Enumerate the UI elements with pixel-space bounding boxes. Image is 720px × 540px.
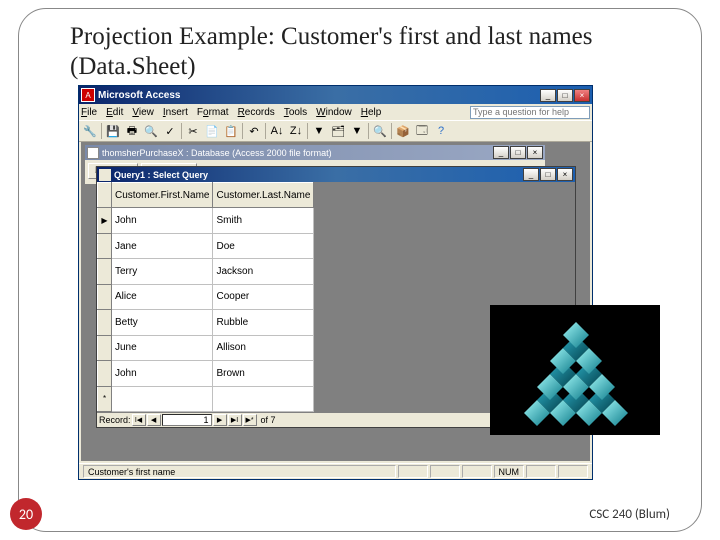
minimize-button[interactable]: _	[540, 89, 556, 102]
view-button[interactable]: 🔧	[81, 122, 99, 140]
status-text: Customer's first name	[83, 465, 396, 478]
nav-next-button[interactable]: ▶	[213, 414, 227, 426]
status-pane	[526, 465, 556, 478]
close-button[interactable]: ×	[574, 89, 590, 102]
status-numlock: NUM	[494, 465, 525, 478]
find-button[interactable]: 🔍	[371, 122, 389, 140]
slide-title: Projection Example: Customer's first and…	[70, 22, 660, 82]
menu-window[interactable]: Window	[316, 107, 352, 118]
database-title: thomsherPurchaseX : Database (Access 200…	[102, 148, 493, 158]
print-preview-button[interactable]: 🔍	[142, 122, 160, 140]
menu-tools[interactable]: Tools	[284, 107, 307, 118]
db-close-button[interactable]: ×	[527, 146, 543, 159]
database-icon	[87, 147, 99, 159]
status-pane	[462, 465, 492, 478]
nav-first-button[interactable]: I◀	[132, 414, 146, 426]
footer-label: CSC 240 (Blum)	[589, 507, 670, 522]
query-maximize-button[interactable]: □	[540, 168, 556, 181]
corner-cell[interactable]	[98, 183, 112, 208]
menu-view[interactable]: View	[132, 107, 154, 118]
filter-button[interactable]: ▼	[310, 122, 328, 140]
row-selector[interactable]	[98, 335, 112, 360]
toolbar: 🔧 💾 🖶 🔍 ✓ ✂ 📄 📋 ↶ A↓ Z↓ ▼ 🗂 ▼ 🔍 📦 🗔 ?	[79, 120, 592, 142]
app-title: Microsoft Access	[98, 90, 540, 101]
maximize-button[interactable]: □	[557, 89, 573, 102]
cell[interactable]: Jane	[112, 233, 213, 258]
help-search-input[interactable]	[470, 106, 590, 119]
print-button[interactable]: 🖶	[123, 122, 141, 140]
query-close-button[interactable]: ×	[557, 168, 573, 181]
cell[interactable]: Brown	[213, 361, 314, 386]
spelling-button[interactable]: ✓	[161, 122, 179, 140]
status-pane	[398, 465, 428, 478]
query-titlebar[interactable]: Query1 : Select Query _ □ ×	[97, 167, 575, 182]
query-minimize-button[interactable]: _	[523, 168, 539, 181]
status-pane	[430, 465, 460, 478]
filter-form-button[interactable]: 🗂	[329, 122, 347, 140]
menu-edit[interactable]: Edit	[106, 107, 123, 118]
db-minimize-button[interactable]: _	[493, 146, 509, 159]
sort-desc-button[interactable]: Z↓	[287, 122, 305, 140]
cell[interactable]: John	[112, 361, 213, 386]
app-titlebar[interactable]: A Microsoft Access _ □ ×	[79, 86, 592, 104]
record-total: of 7	[261, 415, 276, 425]
sort-asc-button[interactable]: A↓	[268, 122, 286, 140]
page-number-badge: 20	[10, 498, 42, 530]
row-selector[interactable]	[98, 259, 112, 284]
paste-button[interactable]: 📋	[222, 122, 240, 140]
decorative-pyramid-image	[490, 305, 660, 435]
cell[interactable]: June	[112, 335, 213, 360]
menu-help[interactable]: Help	[361, 107, 382, 118]
row-selector[interactable]	[98, 284, 112, 309]
cell[interactable]: Alice	[112, 284, 213, 309]
nav-last-button[interactable]: ▶I	[228, 414, 242, 426]
row-selector[interactable]	[98, 233, 112, 258]
column-header-lastname[interactable]: Customer.Last.Name	[213, 183, 314, 208]
row-selector[interactable]: ▶	[98, 208, 112, 233]
query-icon	[99, 169, 111, 181]
row-selector[interactable]	[98, 361, 112, 386]
new-row-selector[interactable]: *	[98, 386, 112, 412]
cell[interactable]	[112, 386, 213, 412]
db-maximize-button[interactable]: □	[510, 146, 526, 159]
column-header-firstname[interactable]: Customer.First.Name	[112, 183, 213, 208]
cell[interactable]: Rubble	[213, 310, 314, 335]
database-window-button[interactable]: 🗔	[413, 122, 431, 140]
menu-file[interactable]: File	[81, 107, 97, 118]
record-number-input[interactable]	[162, 414, 212, 426]
cell[interactable]: Doe	[213, 233, 314, 258]
cell[interactable]	[213, 386, 314, 412]
save-button[interactable]: 💾	[104, 122, 122, 140]
datasheet-grid[interactable]: Customer.First.Name Customer.Last.Name ▶…	[97, 182, 314, 412]
status-pane	[558, 465, 588, 478]
cell[interactable]: Cooper	[213, 284, 314, 309]
database-titlebar[interactable]: thomsherPurchaseX : Database (Access 200…	[85, 145, 545, 160]
row-selector[interactable]	[98, 310, 112, 335]
cut-button[interactable]: ✂	[184, 122, 202, 140]
query-title: Query1 : Select Query	[114, 170, 523, 180]
access-icon: A	[81, 88, 95, 102]
cell[interactable]: Jackson	[213, 259, 314, 284]
nav-new-button[interactable]: ▶*	[243, 414, 257, 426]
record-label: Record:	[99, 415, 131, 425]
menubar: File Edit View Insert Format Records Too…	[79, 104, 592, 120]
new-object-button[interactable]: 📦	[394, 122, 412, 140]
undo-button[interactable]: ↶	[245, 122, 263, 140]
cell[interactable]: John	[112, 208, 213, 233]
cell[interactable]: Betty	[112, 310, 213, 335]
nav-prev-button[interactable]: ◀	[147, 414, 161, 426]
menu-records[interactable]: Records	[238, 107, 275, 118]
cell[interactable]: Smith	[213, 208, 314, 233]
menu-insert[interactable]: Insert	[163, 107, 188, 118]
help-button[interactable]: ?	[432, 122, 450, 140]
cell[interactable]: Allison	[213, 335, 314, 360]
copy-button[interactable]: 📄	[203, 122, 221, 140]
menu-format[interactable]: Format	[197, 107, 229, 118]
statusbar: Customer's first name NUM	[79, 463, 592, 479]
apply-filter-button[interactable]: ▼	[348, 122, 366, 140]
cell[interactable]: Terry	[112, 259, 213, 284]
